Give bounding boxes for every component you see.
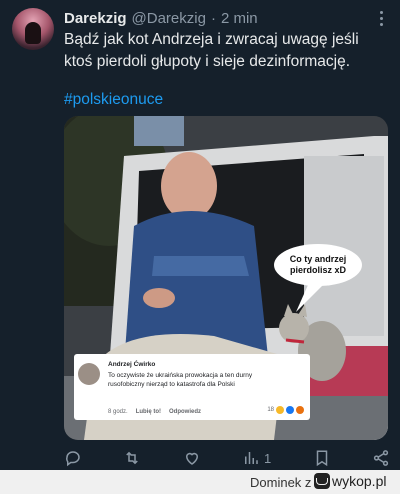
- display-name[interactable]: Darekzig: [64, 10, 127, 27]
- tweet-header: Darekzig @Darekzig · 2 min: [64, 8, 370, 28]
- footer-user: Dominek z: [250, 475, 312, 490]
- separator-dot: ·: [210, 9, 216, 27]
- comment-reply-label: Odpowiedz: [169, 409, 202, 415]
- heart-icon: [185, 452, 198, 465]
- comment-avatar: [78, 363, 100, 385]
- like-reaction-icon: [286, 406, 294, 414]
- retweet-icon: [126, 451, 139, 465]
- wykop-logo[interactable]: wykop.pl: [314, 473, 386, 489]
- wykop-footer: Dominek z wykop.pl: [0, 470, 400, 494]
- more-options-icon[interactable]: [376, 8, 386, 28]
- reaction-count: 18: [267, 407, 274, 413]
- speech-bubble: Co ty andrzej pierdolisz xD: [274, 244, 362, 286]
- share-icon: [373, 450, 389, 466]
- tweet-actions: 1: [64, 447, 390, 469]
- tweet-image[interactable]: Co ty andrzej pierdolisz xD Andrzej Ćwir…: [64, 116, 388, 440]
- views-count: 1: [264, 450, 272, 466]
- site-name: wykop.pl: [332, 473, 387, 489]
- embedded-comment: Andrzej Ćwirko To oczywiste że ukraińska…: [74, 354, 310, 420]
- bar-chart-icon: [245, 452, 258, 464]
- comment-reactions: 18: [267, 406, 304, 414]
- wykop-logo-icon: [314, 473, 330, 489]
- comment-author: Andrzej Ćwirko: [108, 361, 156, 368]
- comment-bubble-icon: [66, 451, 80, 467]
- like-button[interactable]: [183, 449, 201, 467]
- bookmark-button[interactable]: [313, 449, 331, 467]
- laugh-reaction-icon: [276, 406, 284, 414]
- tweet[interactable]: Darekzig @Darekzig · 2 min Bądź jak kot …: [0, 0, 400, 470]
- comment-time: 8 godz.: [108, 409, 128, 415]
- angry-reaction-icon: [296, 406, 304, 414]
- comment-text: To oczywiste że ukraińska prowokacja a t…: [108, 372, 253, 388]
- user-avatar[interactable]: [12, 8, 54, 50]
- comment-like-label: Lubię to!: [135, 409, 162, 415]
- user-handle[interactable]: @Darekzig: [132, 10, 206, 27]
- tweet-text: Bądź jak kot Andrzeja i zwracaj uwagę je…: [64, 31, 359, 70]
- reply-button[interactable]: [64, 449, 82, 467]
- comment-meta: 8 godz. Lubię to! Odpowiedz: [108, 409, 201, 415]
- retweet-button[interactable]: [123, 449, 141, 467]
- bookmark-icon: [316, 450, 327, 467]
- share-button[interactable]: [372, 449, 390, 467]
- views-button[interactable]: 1: [242, 449, 271, 467]
- hashtag-link[interactable]: #polskieonuce: [64, 91, 163, 109]
- post-time[interactable]: 2 min: [221, 10, 258, 27]
